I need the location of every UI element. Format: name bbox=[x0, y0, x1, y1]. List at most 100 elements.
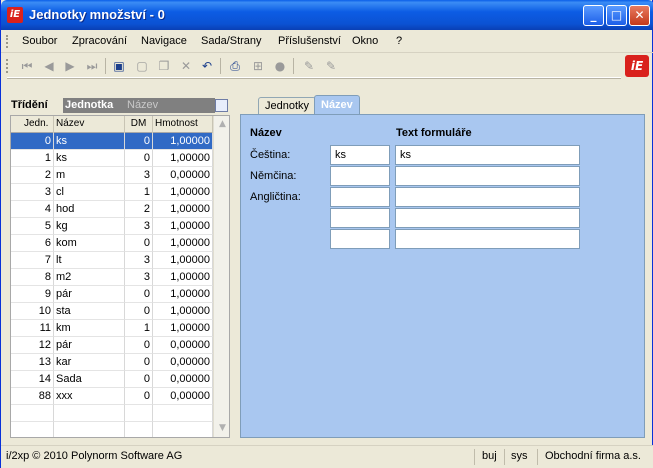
table-row[interactable]: 8 m2 3 1,00000 bbox=[11, 269, 213, 286]
status-separator bbox=[474, 449, 475, 465]
table-row[interactable]: 14 Sada 0 0,00000 bbox=[11, 371, 213, 388]
maximize-button[interactable]: □ bbox=[606, 5, 627, 26]
table-row[interactable]: 6 kom 0 1,00000 bbox=[11, 235, 213, 252]
cell-nazev: xxx bbox=[54, 388, 125, 405]
cell-jedn: 13 bbox=[11, 354, 54, 371]
cell-dm bbox=[125, 405, 153, 422]
name-field[interactable] bbox=[330, 229, 390, 249]
cell-nazev: m2 bbox=[54, 269, 125, 286]
edit-icon[interactable]: ✎ bbox=[301, 58, 317, 74]
status-user: buj bbox=[482, 450, 497, 462]
delete-icon[interactable]: ✕ bbox=[178, 58, 194, 74]
cell-dm: 3 bbox=[125, 218, 153, 235]
column-dm[interactable]: DM bbox=[125, 116, 153, 133]
cell-hmotnost: 1,00000 bbox=[153, 184, 213, 201]
status-copyright: i/2xp © 2010 Polynorm Software AG bbox=[6, 450, 183, 462]
form-text-field[interactable] bbox=[395, 166, 580, 186]
status-bar: i/2xp © 2010 Polynorm Software AG buj sy… bbox=[1, 445, 653, 468]
table-row[interactable]: 0 ks 0 1,00000 bbox=[11, 133, 213, 150]
previous-record-icon[interactable]: ◀ bbox=[41, 58, 57, 74]
cell-jedn: 8 bbox=[11, 269, 54, 286]
form-text-field[interactable] bbox=[395, 229, 580, 249]
table-row[interactable]: 3 cl 1 1,00000 bbox=[11, 184, 213, 201]
menu-navigace[interactable]: Navigace bbox=[141, 35, 187, 47]
first-record-icon[interactable]: ⏮ bbox=[19, 58, 35, 74]
table-row[interactable]: 11 km 1 1,00000 bbox=[11, 320, 213, 337]
edit-off-icon[interactable]: ✎ bbox=[323, 58, 339, 74]
cell-jedn: 12 bbox=[11, 337, 54, 354]
cell-dm: 0 bbox=[125, 133, 153, 150]
table-row[interactable] bbox=[11, 422, 213, 437]
menu-okno[interactable]: Okno bbox=[352, 35, 378, 47]
name-field[interactable] bbox=[330, 208, 390, 228]
new-document-icon[interactable]: ▢ bbox=[134, 58, 150, 74]
status-database: sys bbox=[511, 450, 528, 462]
menu-soubor[interactable]: Soubor bbox=[22, 35, 57, 47]
close-button[interactable]: ✕ bbox=[629, 5, 650, 26]
tab-jednotky[interactable]: Jednotky bbox=[258, 97, 317, 114]
tree-icon[interactable]: ⊞ bbox=[250, 58, 266, 74]
grid-header: Jedn. Název DM Hmotnost bbox=[11, 116, 213, 133]
last-record-icon[interactable]: ⏭ bbox=[84, 58, 100, 74]
language-label: Němčina: bbox=[250, 170, 297, 182]
toolbar-separator bbox=[293, 58, 294, 74]
scroll-up-icon[interactable]: ▲ bbox=[215, 117, 229, 132]
table-row[interactable]: 5 kg 3 1,00000 bbox=[11, 218, 213, 235]
toolbar-grip[interactable] bbox=[6, 59, 9, 73]
column-hmotnost[interactable]: Hmotnost bbox=[153, 116, 213, 133]
scroll-down-icon[interactable]: ▼ bbox=[215, 421, 229, 436]
name-field[interactable]: ks bbox=[330, 145, 390, 165]
table-row[interactable]: 2 m 3 0,00000 bbox=[11, 167, 213, 184]
form-header-text: Text formuláře bbox=[396, 127, 472, 139]
table-row[interactable]: 88 xxx 0 0,00000 bbox=[11, 388, 213, 405]
cell-dm: 0 bbox=[125, 337, 153, 354]
title-bar[interactable]: iE Jednotky množství - 0 _ □ ✕ bbox=[1, 0, 653, 30]
undo-icon[interactable]: ↶ bbox=[199, 58, 215, 74]
language-label: Čeština: bbox=[250, 149, 291, 161]
sort-option-nazev[interactable]: Název bbox=[125, 98, 215, 113]
menu-grip[interactable] bbox=[6, 35, 9, 48]
cell-jedn: 6 bbox=[11, 235, 54, 252]
minimize-button[interactable]: _ bbox=[583, 5, 604, 26]
cell-nazev bbox=[54, 422, 125, 437]
cell-dm: 1 bbox=[125, 320, 153, 337]
form-text-field[interactable]: ks bbox=[395, 145, 580, 165]
status-separator bbox=[537, 449, 538, 465]
cell-hmotnost: 1,00000 bbox=[153, 201, 213, 218]
name-field[interactable] bbox=[330, 166, 390, 186]
cell-jedn: 88 bbox=[11, 388, 54, 405]
cell-jedn bbox=[11, 422, 54, 437]
table-row[interactable]: 7 lt 3 1,00000 bbox=[11, 252, 213, 269]
grid-settings-icon[interactable] bbox=[215, 99, 228, 112]
units-grid[interactable]: Jedn. Název DM Hmotnost 0 ks 0 1,00000 1 ks 0 1… bbox=[10, 115, 230, 438]
menu-prislusenstvi[interactable]: Příslušenství bbox=[278, 35, 341, 47]
filter-icon[interactable]: ● bbox=[272, 58, 288, 74]
name-field[interactable] bbox=[330, 187, 390, 207]
menu-help[interactable]: ? bbox=[396, 35, 402, 47]
cell-nazev: kar bbox=[54, 354, 125, 371]
form-text-field[interactable] bbox=[395, 187, 580, 207]
save-icon[interactable]: ▣ bbox=[111, 58, 127, 74]
print-icon[interactable]: ⎙ bbox=[227, 58, 243, 74]
column-jedn[interactable]: Jedn. bbox=[11, 116, 54, 133]
table-row[interactable]: 13 kar 0 0,00000 bbox=[11, 354, 213, 371]
table-row[interactable]: 10 sta 0 1,00000 bbox=[11, 303, 213, 320]
table-row[interactable]: 1 ks 0 1,00000 bbox=[11, 150, 213, 167]
sort-option-jednotka[interactable]: Jednotka bbox=[63, 98, 131, 113]
tab-nazev[interactable]: Název bbox=[314, 95, 360, 115]
column-nazev[interactable]: Název bbox=[54, 116, 125, 133]
grid-scrollbar[interactable]: ▲ ▼ bbox=[213, 116, 229, 437]
menu-zpracovani[interactable]: Zpracování bbox=[72, 35, 127, 47]
app-logo-icon: iE bbox=[7, 7, 23, 23]
next-record-icon[interactable]: ▶ bbox=[62, 58, 78, 74]
window-title: Jednotky množství - 0 bbox=[29, 7, 165, 22]
table-row[interactable]: 12 pár 0 0,00000 bbox=[11, 337, 213, 354]
table-row[interactable]: 4 hod 2 1,00000 bbox=[11, 201, 213, 218]
copy-icon[interactable]: ❐ bbox=[156, 58, 172, 74]
form-header-nazev: Název bbox=[250, 127, 282, 139]
table-row[interactable] bbox=[11, 405, 213, 422]
cell-jedn: 7 bbox=[11, 252, 54, 269]
form-text-field[interactable] bbox=[395, 208, 580, 228]
table-row[interactable]: 9 pár 0 1,00000 bbox=[11, 286, 213, 303]
menu-sada-strany[interactable]: Sada/Strany bbox=[201, 35, 262, 47]
